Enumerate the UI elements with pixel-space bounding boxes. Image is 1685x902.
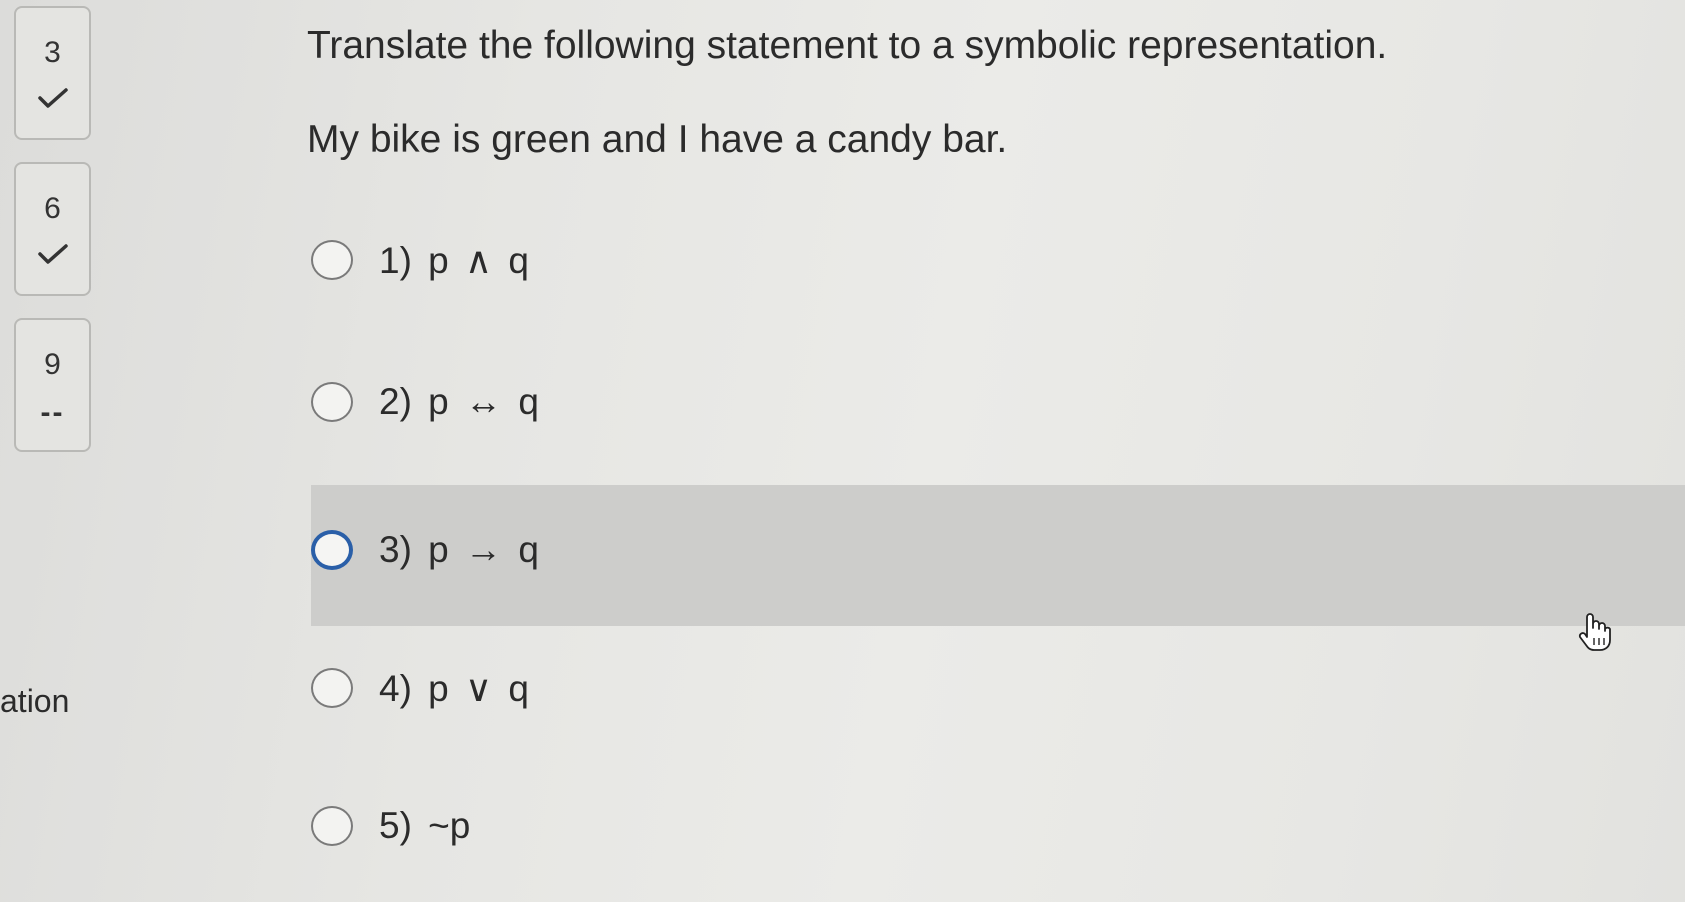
answer-option-3[interactable]: 3) p → q [311, 520, 539, 580]
option-label: 5) ~p [379, 805, 471, 846]
question-number: 6 [44, 192, 61, 225]
radio-button[interactable] [311, 806, 353, 846]
side-label-fragment: ation [0, 683, 70, 719]
radio-button[interactable] [311, 668, 353, 708]
answer-option-2[interactable]: 2) p ↔ q [311, 372, 539, 432]
unanswered-dash: -- [40, 396, 65, 429]
hand-pointer-icon [1577, 612, 1611, 652]
question-prompt: Translate the following statement to a s… [307, 24, 1388, 67]
answer-option-1[interactable]: 1) p ∧ q [311, 230, 529, 290]
option-label: 4) p ∨ q [379, 667, 529, 709]
radio-button[interactable] [311, 382, 353, 422]
check-icon [16, 86, 89, 116]
option-label: 1) p ∧ q [379, 239, 529, 281]
question-number: 9 [44, 348, 61, 381]
radio-button[interactable] [311, 240, 353, 280]
unanswered-indicator: -- [16, 398, 89, 428]
check-icon [16, 242, 89, 272]
question-nav-item-9[interactable]: 9 -- [14, 318, 91, 452]
answer-option-5[interactable]: 5) ~p [311, 796, 470, 856]
option-label: 2) p ↔ q [379, 381, 539, 422]
option-label: 3) p → q [379, 529, 539, 570]
radio-button[interactable] [311, 530, 353, 570]
question-nav-item-6[interactable]: 6 [14, 162, 91, 296]
answer-option-4[interactable]: 4) p ∨ q [311, 658, 529, 718]
question-nav-item-3[interactable]: 3 [14, 6, 91, 140]
question-statement: My bike is green and I have a candy bar. [307, 118, 1008, 161]
question-number: 3 [44, 36, 61, 69]
